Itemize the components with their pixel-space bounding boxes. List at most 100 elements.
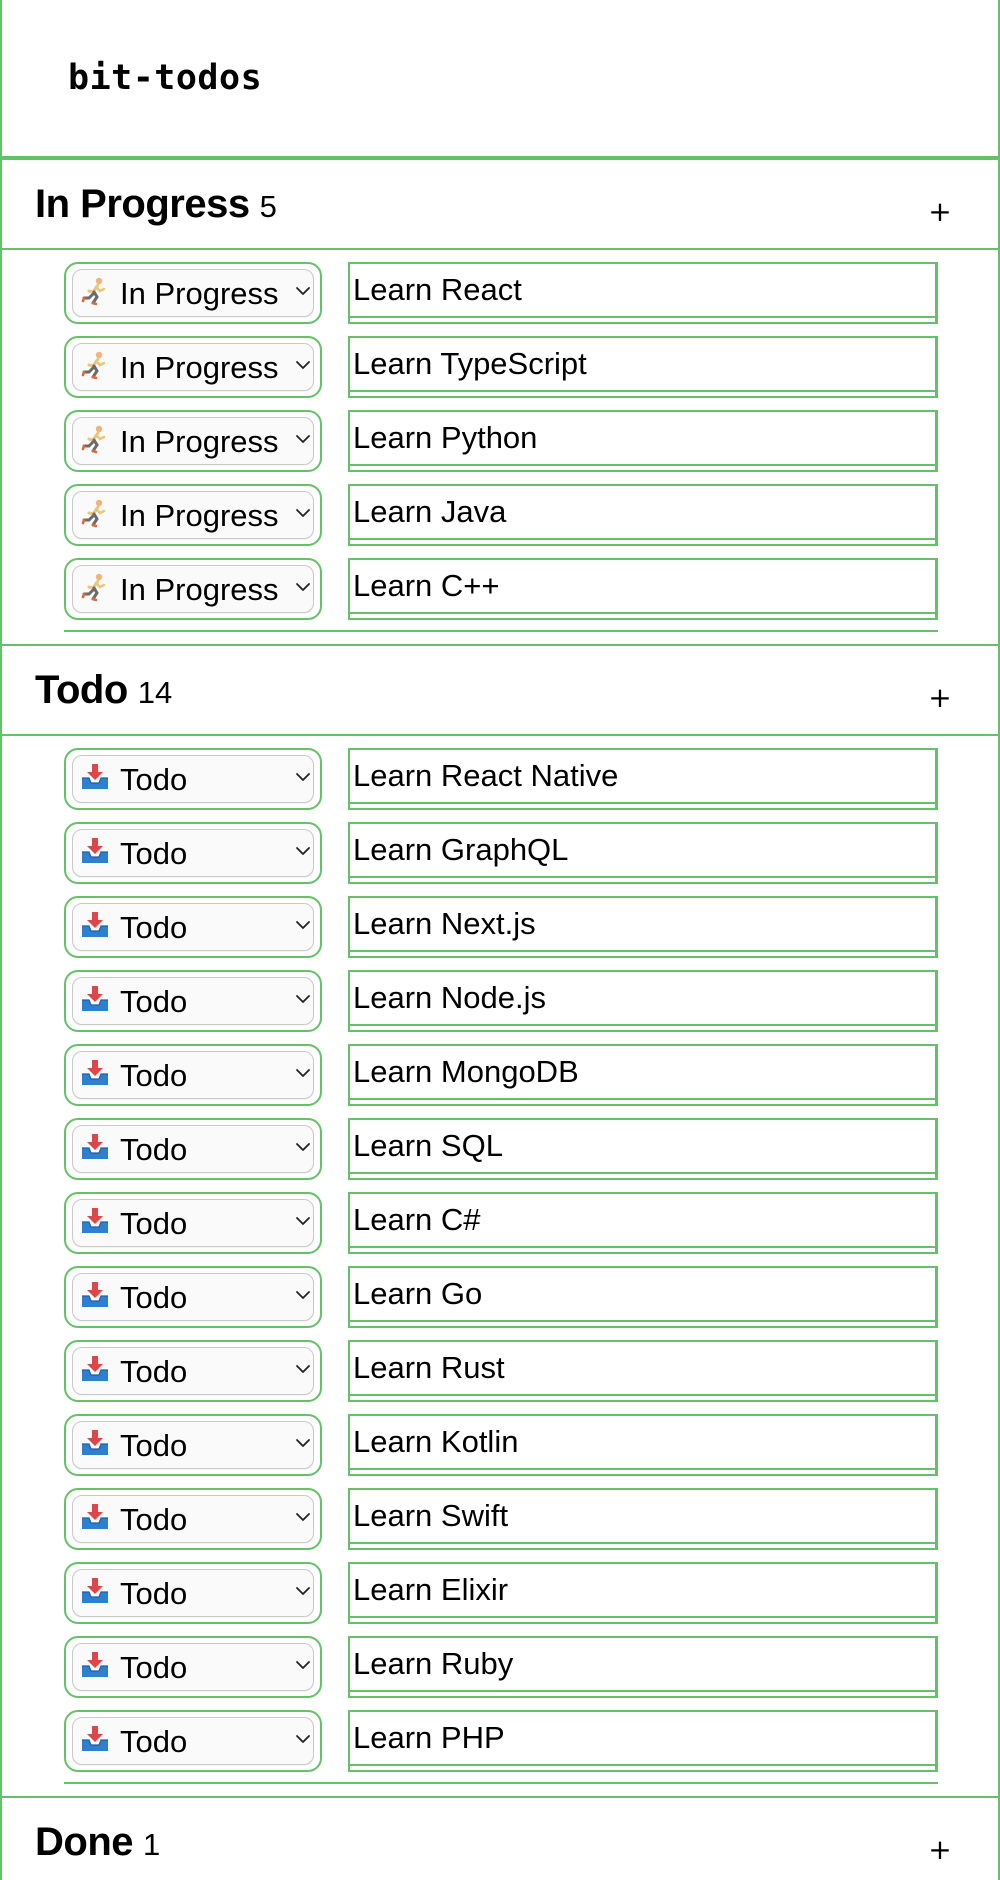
status-label: Todo: [120, 1576, 188, 1611]
section-title: In Progress 5: [35, 182, 277, 227]
status-select[interactable]: In Progress: [64, 484, 322, 546]
chevron-down-icon: [294, 1508, 312, 1526]
todo-item: Todo Learn C#: [2, 1192, 998, 1266]
todo-text-field[interactable]: Learn Next.js: [348, 896, 938, 958]
todo-item: Todo Learn Go: [2, 1266, 998, 1340]
status-select[interactable]: Todo: [64, 1192, 322, 1254]
todo-item: In Progress Learn React: [2, 262, 998, 336]
section-title-label: Todo: [35, 668, 128, 712]
runner-icon: [80, 276, 110, 306]
todo-text-field[interactable]: Learn Rust: [348, 1340, 938, 1402]
todo-item: Todo Learn Next.js: [2, 896, 998, 970]
app-window: bit-todos In Progress 5 + In Progress Lear…: [0, 0, 1000, 1880]
status-label: Todo: [120, 910, 188, 945]
status-select[interactable]: Todo: [64, 822, 322, 884]
todo-text: Learn MongoDB: [353, 1054, 579, 1089]
chevron-down-icon: [294, 1434, 312, 1452]
todo-text-field[interactable]: Learn Kotlin: [348, 1414, 938, 1476]
status-select[interactable]: Todo: [64, 970, 322, 1032]
add-todo-button[interactable]: +: [926, 1836, 954, 1864]
todo-text: Learn Python: [353, 420, 538, 455]
status-label: Todo: [120, 1354, 188, 1389]
inbox-tray-icon: [80, 1428, 110, 1458]
todo-text: Learn C#: [353, 1202, 481, 1237]
status-label: Todo: [120, 1650, 188, 1685]
status-select[interactable]: In Progress: [64, 336, 322, 398]
status-select[interactable]: In Progress: [64, 410, 322, 472]
todo-text-field[interactable]: Learn TypeScript: [348, 336, 938, 398]
section-header: Todo 14 +: [2, 644, 998, 736]
chevron-down-icon: [294, 842, 312, 860]
add-todo-button[interactable]: +: [926, 198, 954, 226]
chevron-down-icon: [294, 430, 312, 448]
todo-text-field[interactable]: Learn C#: [348, 1192, 938, 1254]
status-label: Todo: [120, 1206, 188, 1241]
todo-item: Todo Learn PHP: [2, 1710, 998, 1784]
status-select[interactable]: Todo: [64, 1488, 322, 1550]
inbox-tray-icon: [80, 1576, 110, 1606]
todo-text-field[interactable]: Learn Swift: [348, 1488, 938, 1550]
todo-item: In Progress Learn C++: [2, 558, 998, 632]
todo-text-field[interactable]: Learn Python: [348, 410, 938, 472]
todo-item: Todo Learn GraphQL: [2, 822, 998, 896]
status-label: In Progress: [120, 276, 279, 311]
status-label: Todo: [120, 984, 188, 1019]
status-select[interactable]: Todo: [64, 1118, 322, 1180]
todo-text-field[interactable]: Learn GraphQL: [348, 822, 938, 884]
section-count: 1: [143, 1827, 161, 1862]
todo-text: Learn Node.js: [353, 980, 547, 1015]
todo-list: In Progress Learn React In Progress Learn T…: [2, 250, 998, 632]
status-select[interactable]: Todo: [64, 1044, 322, 1106]
chevron-down-icon: [294, 1730, 312, 1748]
todo-text-field[interactable]: Learn SQL: [348, 1118, 938, 1180]
app-header: bit-todos: [2, 0, 998, 158]
status-select[interactable]: Todo: [64, 1340, 322, 1402]
todo-list: Todo Learn React Native Todo Learn GraphQL T…: [2, 736, 998, 1784]
todo-text: Learn Next.js: [353, 906, 536, 941]
todo-text: Learn PHP: [353, 1720, 505, 1755]
section-done: Done 1 +: [2, 1796, 998, 1880]
todo-text: Learn Java: [353, 494, 507, 529]
todo-text-field[interactable]: Learn MongoDB: [348, 1044, 938, 1106]
todo-text-field[interactable]: Learn React Native: [348, 748, 938, 810]
status-select[interactable]: Todo: [64, 1414, 322, 1476]
status-select[interactable]: Todo: [64, 748, 322, 810]
add-todo-button[interactable]: +: [926, 684, 954, 712]
todo-text-field[interactable]: Learn Elixir: [348, 1562, 938, 1624]
todo-item: In Progress Learn Java: [2, 484, 998, 558]
todo-text-field[interactable]: Learn Node.js: [348, 970, 938, 1032]
status-select[interactable]: In Progress: [64, 262, 322, 324]
todo-text-field[interactable]: Learn C++: [348, 558, 938, 620]
status-select[interactable]: Todo: [64, 1266, 322, 1328]
status-select[interactable]: Todo: [64, 1636, 322, 1698]
inbox-tray-icon: [80, 1206, 110, 1236]
status-select[interactable]: Todo: [64, 1710, 322, 1772]
section-title-label: Done: [35, 1820, 134, 1864]
status-select[interactable]: Todo: [64, 1562, 322, 1624]
todo-text: Learn Swift: [353, 1498, 509, 1533]
todo-text: Learn Elixir: [353, 1572, 509, 1607]
todo-text-field[interactable]: Learn React: [348, 262, 938, 324]
status-label: Todo: [120, 1058, 188, 1093]
status-select[interactable]: Todo: [64, 896, 322, 958]
chevron-down-icon: [294, 356, 312, 374]
status-select[interactable]: In Progress: [64, 558, 322, 620]
todo-item: Todo Learn Rust: [2, 1340, 998, 1414]
status-label: In Progress: [120, 572, 279, 607]
todo-item: Todo Learn Swift: [2, 1488, 998, 1562]
todo-text-field[interactable]: Learn Ruby: [348, 1636, 938, 1698]
section-todo: Todo 14 + Todo Learn React Native Todo Learn…: [2, 644, 998, 1784]
todo-item: Todo Learn MongoDB: [2, 1044, 998, 1118]
inbox-tray-icon: [80, 762, 110, 792]
section-title: Done 1: [35, 1820, 160, 1865]
todo-text-field[interactable]: Learn Java: [348, 484, 938, 546]
section-header: In Progress 5 +: [2, 158, 998, 250]
todo-text-field[interactable]: Learn Go: [348, 1266, 938, 1328]
runner-icon: [80, 572, 110, 602]
todo-text-field[interactable]: Learn PHP: [348, 1710, 938, 1772]
todo-text: Learn SQL: [353, 1128, 503, 1163]
status-label: In Progress: [120, 350, 279, 385]
todo-item: Todo Learn Kotlin: [2, 1414, 998, 1488]
chevron-down-icon: [294, 1656, 312, 1674]
chevron-down-icon: [294, 1286, 312, 1304]
